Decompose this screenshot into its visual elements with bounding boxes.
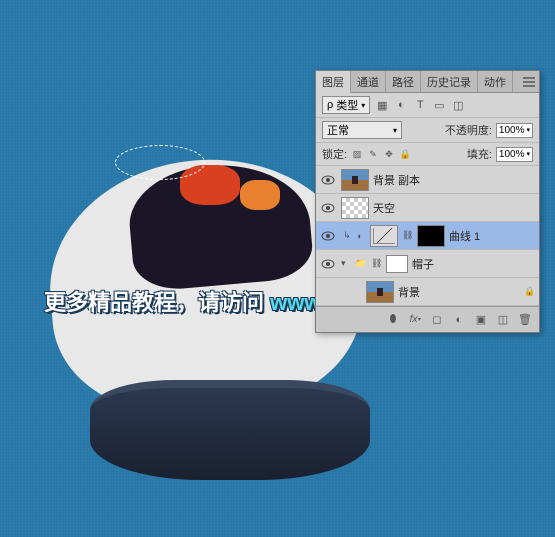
layers-panel: 图层 通道 路径 历史记录 动作 ρ 类型 ▾ ▦ ◐ T ▭ ◫ xyxy=(315,70,540,333)
mask-thumbnail[interactable] xyxy=(386,255,408,273)
image-filter-icon[interactable]: ▦ xyxy=(374,97,390,113)
lock-row: 锁定: ▨ ✎ ✥ 🔒 填充: 100% ▾ xyxy=(316,143,539,166)
layer-row[interactable]: 背景 🔒 xyxy=(316,278,539,306)
layer-row[interactable]: ▾ 📁 ⛓ 帽子 xyxy=(316,250,539,278)
shape-filter-icon[interactable]: ▭ xyxy=(431,97,447,113)
trash-icon[interactable]: 🗑 xyxy=(517,312,533,328)
adjustment-icon[interactable]: ◐ xyxy=(354,230,366,242)
mask-link-icon[interactable]: ⛓ xyxy=(371,258,382,269)
fx-icon[interactable]: fx▾ xyxy=(407,312,423,328)
new-group-icon[interactable]: ▣ xyxy=(473,312,489,328)
transparency-lock-icon[interactable]: ▨ xyxy=(351,148,363,160)
blend-mode-dropdown[interactable]: 正常 ▾ xyxy=(322,121,402,139)
panel-tabs: 图层 通道 路径 历史记录 动作 xyxy=(316,71,539,93)
lock-icon: 🔒 xyxy=(524,286,536,298)
folder-icon: 📁 xyxy=(355,258,367,270)
layer-thumbnail[interactable] xyxy=(366,281,394,303)
kind-dropdown[interactable]: ρ 类型 ▾ xyxy=(322,96,370,114)
mask-link-icon[interactable]: ⛓ xyxy=(402,230,413,241)
panel-menu-icon[interactable] xyxy=(519,71,539,92)
layer-name[interactable]: 背景 副本 xyxy=(373,172,536,188)
opacity-label: 不透明度: xyxy=(445,122,492,138)
layer-filter-row: ρ 类型 ▾ ▦ ◐ T ▭ ◫ xyxy=(316,93,539,118)
new-layer-icon[interactable]: ◫ xyxy=(495,312,511,328)
mask-thumbnail[interactable] xyxy=(417,225,445,247)
tab-layers[interactable]: 图层 xyxy=(316,71,351,93)
tab-channels[interactable]: 通道 xyxy=(351,71,386,92)
move-lock-icon[interactable]: ✥ xyxy=(383,148,395,160)
brush-lock-icon[interactable]: ✎ xyxy=(367,148,379,160)
blend-row: 正常 ▾ 不透明度: 100% ▾ xyxy=(316,118,539,143)
layer-row[interactable]: ↳ ◐ ⛓ 曲线 1 xyxy=(316,222,539,250)
type-filter-icon[interactable]: T xyxy=(412,97,428,113)
layer-name[interactable]: 天空 xyxy=(373,200,536,216)
lock-label: 锁定: xyxy=(322,146,347,162)
visibility-eye-icon[interactable] xyxy=(319,227,337,245)
visibility-eye-icon[interactable] xyxy=(319,199,337,217)
all-lock-icon[interactable]: 🔒 xyxy=(399,148,411,160)
visibility-eye-icon[interactable] xyxy=(319,171,337,189)
layer-name[interactable]: 背景 xyxy=(398,284,520,300)
panel-footer: ⬮ fx▾ ◻ ◐ ▣ ◫ 🗑 xyxy=(316,306,539,332)
layer-name[interactable]: 帽子 xyxy=(412,256,536,272)
layer-thumbnail[interactable] xyxy=(341,197,369,219)
visibility-eye-icon[interactable] xyxy=(319,255,337,273)
group-disclosure-icon[interactable]: ▾ xyxy=(341,258,351,269)
fill-label: 填充: xyxy=(467,146,492,162)
tab-actions[interactable]: 动作 xyxy=(478,71,513,92)
marquee-selection[interactable] xyxy=(115,145,205,180)
add-mask-icon[interactable]: ◻ xyxy=(429,312,445,328)
adjustment-filter-icon[interactable]: ◐ xyxy=(393,97,409,113)
clip-icons: ↳ ◐ xyxy=(341,230,366,242)
layer-row[interactable]: 背景 副本 xyxy=(316,166,539,194)
visibility-eye-icon[interactable] xyxy=(344,283,362,301)
layer-row[interactable]: 天空 xyxy=(316,194,539,222)
tab-history[interactable]: 历史记录 xyxy=(421,71,478,92)
link-layers-icon[interactable]: ⬮ xyxy=(385,312,401,328)
clip-down-icon[interactable]: ↳ xyxy=(341,230,353,242)
new-adjustment-icon[interactable]: ◐ xyxy=(451,312,467,328)
layer-thumbnail[interactable] xyxy=(341,169,369,191)
watermark-text: 更多精品教程，请访问 xyxy=(44,290,270,315)
filter-icons: ▦ ◐ T ▭ ◫ xyxy=(374,97,466,113)
opacity-input[interactable]: 100% ▾ xyxy=(496,123,533,138)
tab-paths[interactable]: 路径 xyxy=(386,71,421,92)
fill-input[interactable]: 100% ▾ xyxy=(496,147,533,162)
smart-filter-icon[interactable]: ◫ xyxy=(450,97,466,113)
layer-list: 背景 副本 天空 ↳ ◐ ⛓ 曲线 1 ▾ � xyxy=(316,166,539,306)
canvas-background[interactable]: 更多精品教程，请访问 www.240PS.com 图层 通道 路径 历史记录 动… xyxy=(0,0,555,537)
adjustment-thumbnail[interactable] xyxy=(370,225,398,247)
layer-name[interactable]: 曲线 1 xyxy=(449,228,536,244)
